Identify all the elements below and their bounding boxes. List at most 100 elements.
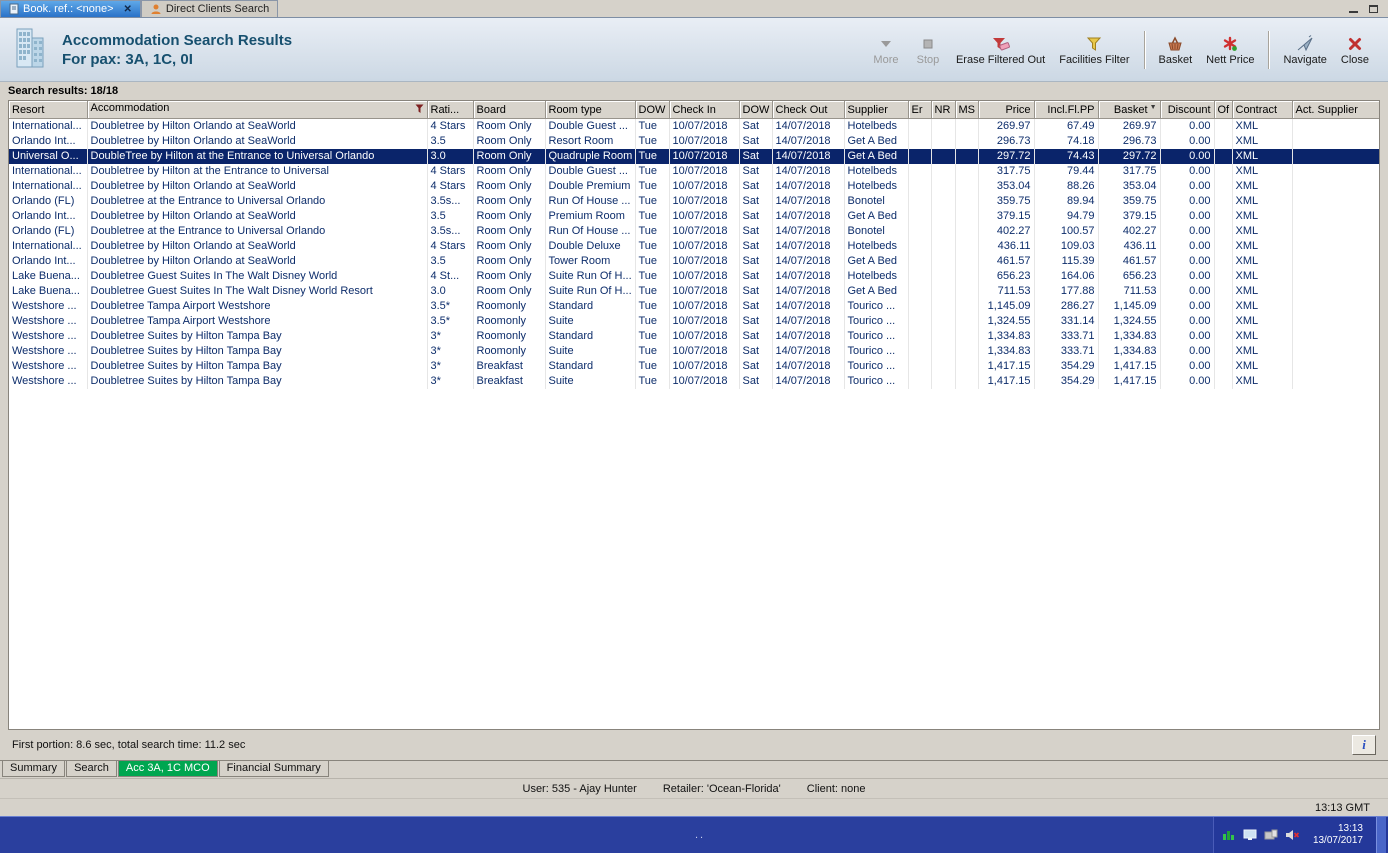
cell-basket[interactable]: 711.53 — [1098, 284, 1161, 299]
column-header-check_in[interactable]: Check In — [669, 101, 740, 119]
cell-supplier[interactable]: Tourico ... — [844, 299, 909, 314]
cell-resort[interactable]: Orlando Int... — [9, 209, 88, 224]
column-header-price[interactable]: Price — [978, 101, 1035, 119]
cell-ms[interactable] — [955, 194, 979, 209]
cell-price[interactable]: 1,145.09 — [978, 299, 1035, 314]
column-header-board[interactable]: Board — [473, 101, 546, 119]
cell-ms[interactable] — [955, 359, 979, 374]
cell-of[interactable] — [1214, 118, 1233, 134]
cell-accommodation[interactable]: Doubletree Suites by Hilton Tampa Bay — [87, 359, 428, 374]
cell-dow_out[interactable]: Sat — [739, 134, 773, 149]
show-desktop-button[interactable] — [1376, 817, 1386, 853]
cell-rating[interactable]: 3.0 — [427, 149, 474, 164]
cell-of[interactable] — [1214, 314, 1233, 329]
cell-act_supplier[interactable] — [1292, 239, 1379, 254]
cell-nr[interactable] — [931, 269, 956, 284]
cell-board[interactable]: Roomonly — [473, 344, 546, 359]
tab-acc-results[interactable]: Acc 3A, 1C MCO — [117, 761, 218, 777]
cell-rating[interactable]: 3.5 — [427, 134, 474, 149]
cell-resort[interactable]: International... — [9, 179, 88, 194]
cell-room_type[interactable]: Suite — [545, 344, 636, 359]
column-header-resort[interactable]: Resort — [9, 101, 88, 119]
cell-dow_out[interactable]: Sat — [739, 284, 773, 299]
cell-basket[interactable]: 1,417.15 — [1098, 359, 1161, 374]
column-header-room_type[interactable]: Room type — [545, 101, 636, 119]
cell-supplier[interactable]: Get A Bed — [844, 149, 909, 164]
cell-rating[interactable]: 4 Stars — [427, 118, 474, 134]
table-row[interactable]: Orlando Int... Doubletree by Hilton Orlan… — [9, 254, 1379, 269]
cell-room_type[interactable]: Run Of House ... — [545, 224, 636, 239]
tab-close-icon[interactable]: ✕ — [124, 4, 132, 15]
cell-of[interactable] — [1214, 269, 1233, 284]
navigate-button[interactable]: Navigate — [1278, 26, 1331, 74]
cell-accommodation[interactable]: Doubletree by Hilton Orlando at SeaWorld — [87, 118, 428, 134]
cell-check_out[interactable]: 14/07/2018 — [772, 254, 845, 269]
cell-er[interactable] — [908, 299, 932, 314]
cell-nr[interactable] — [931, 209, 956, 224]
cell-rating[interactable]: 3.5 — [427, 254, 474, 269]
cell-contract[interactable]: XML — [1232, 164, 1293, 179]
cell-act_supplier[interactable] — [1292, 269, 1379, 284]
cell-board[interactable]: Room Only — [473, 269, 546, 284]
cell-basket[interactable]: 656.23 — [1098, 269, 1161, 284]
cell-board[interactable]: Breakfast — [473, 359, 546, 374]
cell-incl_fl_pp[interactable]: 94.79 — [1034, 209, 1099, 224]
cell-incl_fl_pp[interactable]: 286.27 — [1034, 299, 1099, 314]
cell-discount[interactable]: 0.00 — [1160, 164, 1215, 179]
cell-er[interactable] — [908, 314, 932, 329]
column-header-dow_in[interactable]: DOW — [635, 101, 670, 119]
cell-of[interactable] — [1214, 134, 1233, 149]
cell-check_out[interactable]: 14/07/2018 — [772, 374, 845, 389]
cell-dow_out[interactable]: Sat — [739, 299, 773, 314]
cell-ms[interactable] — [955, 209, 979, 224]
cell-of[interactable] — [1214, 254, 1233, 269]
cell-resort[interactable]: International... — [9, 239, 88, 254]
cell-supplier[interactable]: Get A Bed — [844, 284, 909, 299]
cell-rating[interactable]: 3.5 — [427, 209, 474, 224]
cell-ms[interactable] — [955, 374, 979, 389]
cell-basket[interactable]: 317.75 — [1098, 164, 1161, 179]
cell-nr[interactable] — [931, 164, 956, 179]
cell-resort[interactable]: Lake Buena... — [9, 284, 88, 299]
cell-dow_in[interactable]: Tue — [635, 374, 670, 389]
cell-of[interactable] — [1214, 344, 1233, 359]
cell-dow_in[interactable]: Tue — [635, 269, 670, 284]
cell-incl_fl_pp[interactable]: 354.29 — [1034, 374, 1099, 389]
cell-resort[interactable]: International... — [9, 164, 88, 179]
table-row[interactable]: Orlando (FL) Doubletree at the Entrance t… — [9, 224, 1379, 239]
cell-ms[interactable] — [955, 224, 979, 239]
cell-er[interactable] — [908, 209, 932, 224]
cell-resort[interactable]: Orlando (FL) — [9, 224, 88, 239]
cell-er[interactable] — [908, 179, 932, 194]
cell-incl_fl_pp[interactable]: 354.29 — [1034, 359, 1099, 374]
cell-dow_in[interactable]: Tue — [635, 359, 670, 374]
cell-of[interactable] — [1214, 299, 1233, 314]
filter-funnel-icon[interactable] — [415, 104, 424, 117]
cell-resort[interactable]: Universal O... — [9, 149, 88, 164]
cell-basket[interactable]: 296.73 — [1098, 134, 1161, 149]
cell-board[interactable]: Room Only — [473, 254, 546, 269]
cell-price[interactable]: 1,334.83 — [978, 344, 1035, 359]
cell-price[interactable]: 1,334.83 — [978, 329, 1035, 344]
cell-resort[interactable]: International... — [9, 118, 88, 134]
cell-price[interactable]: 359.75 — [978, 194, 1035, 209]
cell-nr[interactable] — [931, 239, 956, 254]
cell-rating[interactable]: 3* — [427, 344, 474, 359]
cell-incl_fl_pp[interactable]: 100.57 — [1034, 224, 1099, 239]
cell-incl_fl_pp[interactable]: 164.06 — [1034, 269, 1099, 284]
cell-check_out[interactable]: 14/07/2018 — [772, 164, 845, 179]
cell-basket[interactable]: 436.11 — [1098, 239, 1161, 254]
cell-discount[interactable]: 0.00 — [1160, 359, 1215, 374]
cell-of[interactable] — [1214, 224, 1233, 239]
cell-dow_in[interactable]: Tue — [635, 284, 670, 299]
device-tray-icon[interactable] — [1264, 829, 1278, 841]
table-row[interactable]: Westshore ... Doubletree Tampa Airport We… — [9, 314, 1379, 329]
cell-board[interactable]: Room Only — [473, 194, 546, 209]
cell-price[interactable]: 461.57 — [978, 254, 1035, 269]
cell-room_type[interactable]: Suite Run Of H... — [545, 284, 636, 299]
cell-dow_in[interactable]: Tue — [635, 299, 670, 314]
cell-check_in[interactable]: 10/07/2018 — [669, 209, 740, 224]
cell-ms[interactable] — [955, 164, 979, 179]
table-row[interactable]: Westshore ... Doubletree Suites by Hilton… — [9, 344, 1379, 359]
table-row[interactable]: International... Doubletree by Hilton Orl… — [9, 179, 1379, 194]
